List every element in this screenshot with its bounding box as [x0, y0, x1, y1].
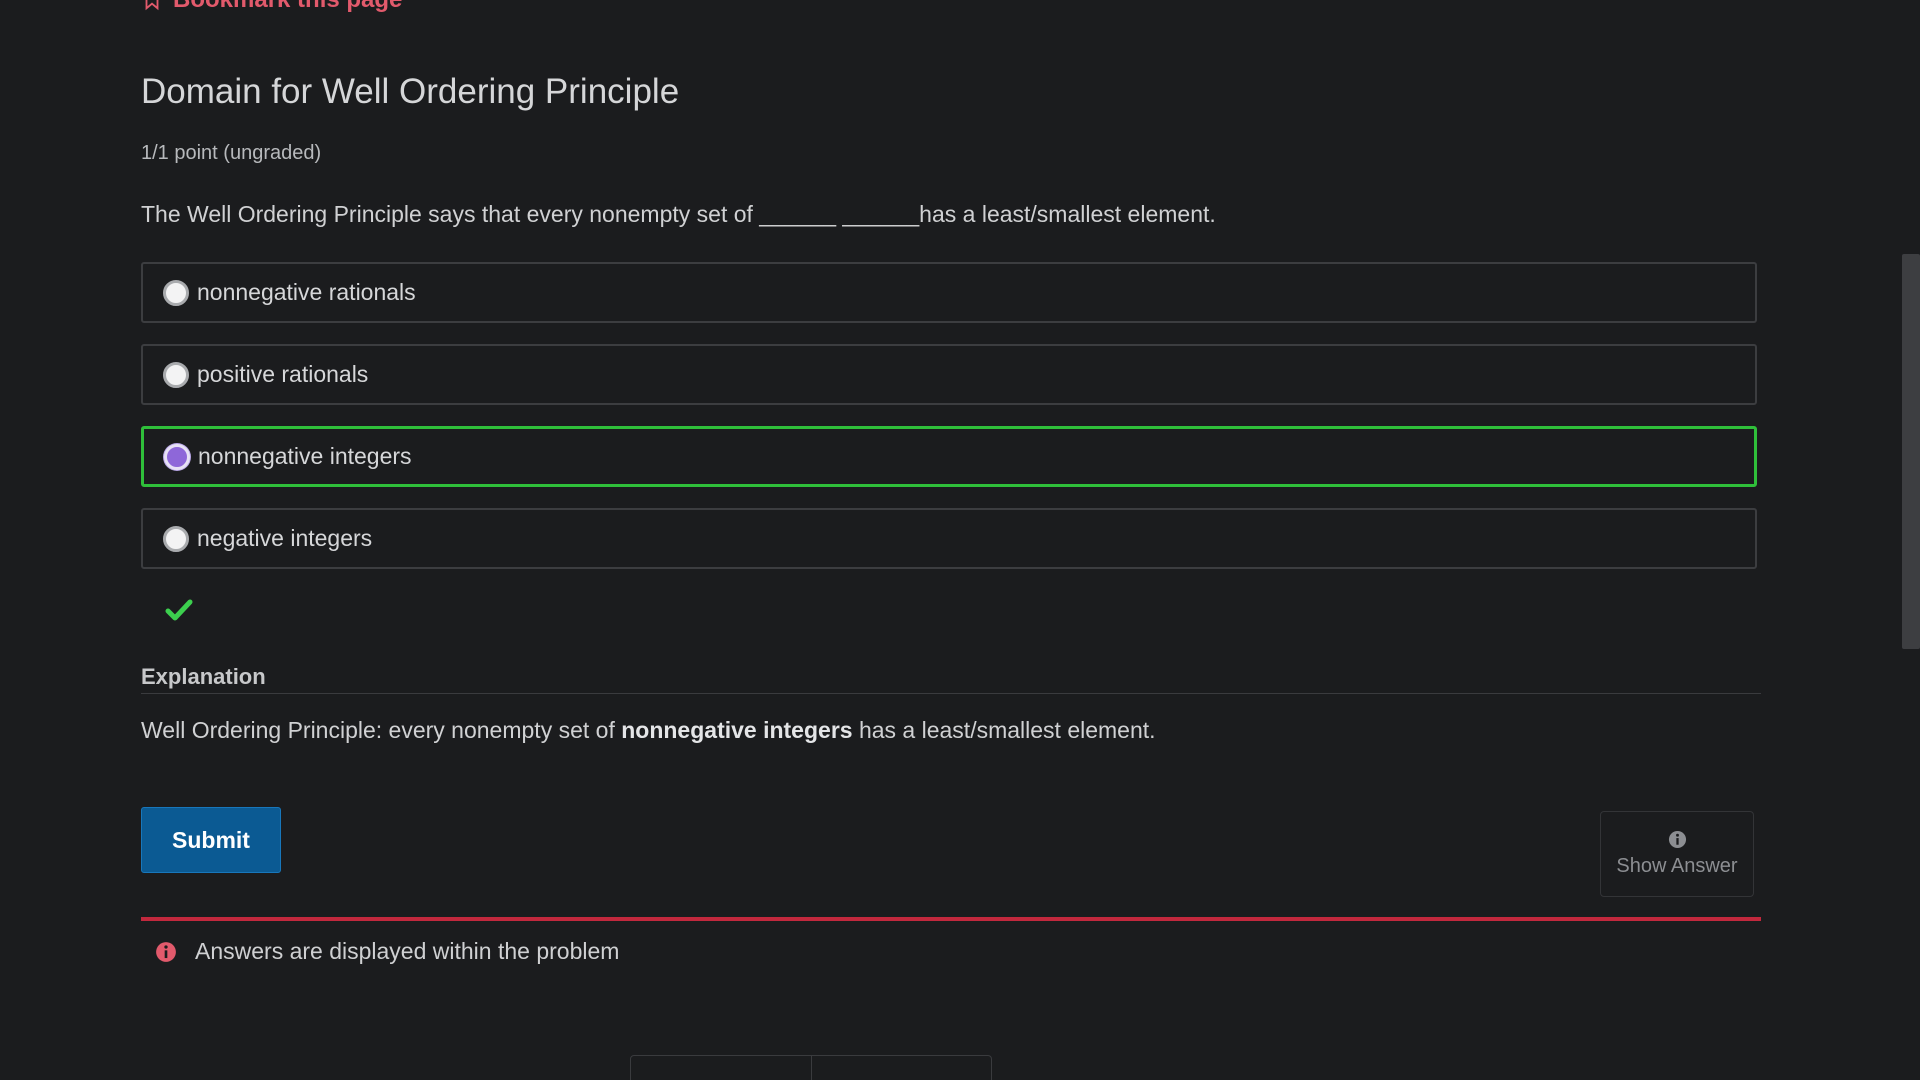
scrollbar-track[interactable] — [1902, 0, 1920, 1080]
radio-button-selected[interactable] — [164, 443, 190, 470]
next-button[interactable] — [812, 1056, 992, 1080]
option-negative-integers[interactable]: negative integers — [141, 508, 1757, 569]
question-text: The Well Ordering Principle says that ev… — [141, 201, 1216, 227]
radio-button[interactable] — [163, 525, 189, 552]
problem-title: Domain for Well Ordering Principle — [141, 72, 680, 111]
submit-button[interactable]: Submit — [141, 807, 281, 873]
radio-button[interactable] — [163, 361, 189, 388]
info-icon — [156, 941, 176, 962]
bookmark-link[interactable]: Bookmark this page — [141, 0, 402, 14]
option-label: negative integers — [197, 525, 373, 551]
info-icon — [1668, 830, 1686, 849]
show-answer-button[interactable]: Show Answer — [1600, 811, 1754, 897]
notice-bar — [141, 917, 1761, 921]
explanation-text-start: Well Ordering Principle: every nonempty … — [141, 717, 622, 743]
explanation-heading: Explanation — [141, 664, 266, 689]
previous-button[interactable] — [631, 1056, 812, 1080]
option-positive-rationals[interactable]: positive rationals — [141, 344, 1757, 405]
bookmark-icon — [145, 0, 159, 11]
option-label: positive rationals — [197, 361, 369, 387]
page: Bookmark this page Domain for Well Order… — [0, 0, 1920, 1080]
bookmark-label: Bookmark this page — [173, 0, 402, 14]
radio-button[interactable] — [163, 279, 189, 306]
bottom-navigation — [630, 1055, 992, 1080]
explanation-answer: nonnegative integers — [621, 717, 853, 743]
scrollbar-thumb[interactable] — [1902, 254, 1920, 649]
explanation-text: Well Ordering Principle: every nonempty … — [141, 717, 1156, 744]
checkmark-icon — [165, 599, 193, 621]
option-label: nonnegative rationals — [197, 279, 416, 305]
option-label: nonnegative integers — [198, 443, 412, 469]
explanation-text-end: has a least/smallest element. — [852, 717, 1156, 743]
divider — [141, 693, 1761, 694]
problem-points: 1/1 point (ungraded) — [141, 142, 322, 164]
notice-text: Answers are displayed within the problem — [195, 938, 620, 964]
show-answer-label: Show Answer — [1616, 855, 1738, 877]
option-nonnegative-integers[interactable]: nonnegative integers — [141, 426, 1757, 487]
notice-message: Answers are displayed within the problem — [155, 938, 619, 965]
option-nonnegative-rationals[interactable]: nonnegative rationals — [141, 262, 1757, 323]
